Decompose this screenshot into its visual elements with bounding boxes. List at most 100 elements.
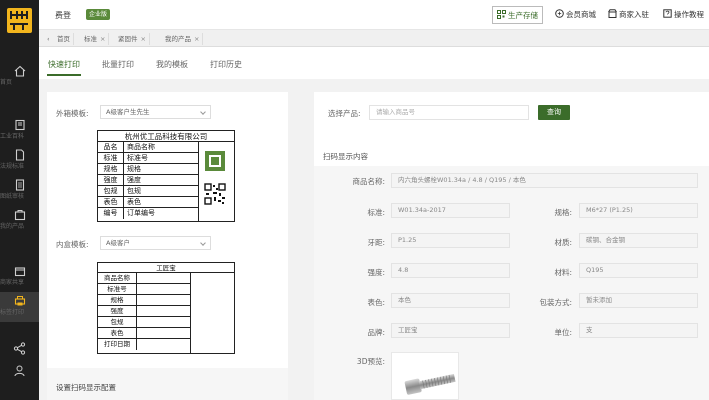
label-divider — [198, 142, 199, 222]
inner-template-select[interactable]: A级客户 — [100, 236, 211, 250]
label-row: 包规 包规 — [98, 186, 198, 197]
tab-print-history[interactable]: 打印历史 — [210, 59, 242, 70]
field-label: 标准: — [367, 208, 385, 217]
sidebar-item-home[interactable]: 首页 — [0, 62, 39, 92]
user-icon[interactable] — [13, 364, 26, 377]
surface-color-field: 本色 — [391, 293, 510, 308]
production-storage-label: 生产存储 — [508, 11, 538, 20]
sidebar-item-my-products[interactable]: 我的产品 — [0, 206, 39, 236]
label-row: 规格 — [98, 295, 190, 306]
sidebar-item-drawing-review[interactable]: 图纸审核 — [0, 176, 39, 206]
field-label: 品牌: — [367, 328, 385, 337]
product-name-label: 商品名称: — [352, 177, 385, 186]
label-row: 标准号 — [98, 284, 190, 295]
help-icon — [663, 9, 672, 18]
tab-label: 我的产品 — [165, 35, 191, 43]
label-row-key: 表色 — [98, 328, 137, 339]
book-icon — [14, 119, 25, 131]
label-row: 强度 — [98, 306, 190, 317]
member-mall-button[interactable]: 会员商城 — [555, 6, 596, 24]
field-label: 规格: — [554, 208, 572, 217]
label-row: 表色 表色 — [98, 197, 198, 208]
tutorial-label: 操作教程 — [674, 10, 704, 19]
template-panel: 外箱模板: A级客户生先生 杭州优工品科技有限公司 品名 商品名称 标准 标准号 规… — [47, 92, 288, 400]
file-icon — [15, 179, 24, 191]
tab-scroll-left[interactable]: ‹ — [44, 33, 53, 45]
close-icon[interactable]: × — [141, 35, 146, 43]
packaging-field: 暂未添加 — [579, 293, 698, 308]
tutorial-button[interactable]: 操作教程 — [663, 6, 704, 24]
material-type-field: 碳钢、合金钢 — [579, 233, 698, 248]
unit-field: 支 — [579, 323, 698, 338]
label-row-key: 规格 — [98, 295, 137, 306]
label-row-key: 标准 — [98, 153, 124, 164]
sidebar-item-encyclopedia[interactable]: 工业百科 — [0, 116, 39, 146]
tab-home[interactable]: 首页 — [54, 33, 74, 45]
tab-label: 首页 — [57, 35, 70, 43]
product-search-input[interactable]: 请输入商品号 — [369, 105, 529, 120]
tab-batch-print[interactable]: 批量打印 — [102, 59, 134, 70]
tab-quick-print[interactable]: 快速打印 — [48, 59, 80, 70]
tab-my-templates[interactable]: 我的模板 — [156, 59, 188, 70]
production-storage-button[interactable]: 生产存储 — [492, 6, 543, 24]
label-row-key: 标准号 — [98, 284, 137, 295]
share-store-icon — [14, 267, 25, 277]
close-icon[interactable]: × — [194, 35, 199, 43]
label-row: 打印日期 — [98, 339, 190, 350]
standard-field: W01.34a-2017 — [391, 203, 510, 218]
edition-badge: 企业版 — [86, 9, 111, 20]
inner-template-label: 内盒模板: — [56, 240, 89, 249]
label-row: 规格 规格 — [98, 164, 198, 175]
tab-my-products[interactable]: 我的产品 × — [162, 33, 204, 45]
label-row-key: 强度 — [98, 175, 124, 186]
sidebar-item-label-print[interactable]: 标签打印 — [0, 292, 39, 322]
product-name-field: 内六角头螺栓W01.34a / 4.8 / Q195 / 本色 — [391, 173, 698, 188]
label-row-key: 包规 — [98, 317, 137, 328]
tab-label: 标准 — [84, 35, 97, 43]
merchant-join-button[interactable]: 商家入驻 — [608, 6, 649, 24]
label-row-key: 规格 — [98, 164, 124, 175]
inner-label-preview: 工匠宝 商品名称 标准号 规格 强度 包规 表色 打印日期 — [97, 262, 235, 354]
label-divider — [190, 273, 191, 354]
brand-logo-mark — [205, 151, 225, 171]
inner-template-value: A级客户 — [106, 239, 130, 247]
scan-config-title: 设置扫码显示配置 — [56, 383, 116, 392]
chevron-down-icon — [200, 109, 206, 115]
scan-config-section: 设置扫码显示配置 — [47, 368, 288, 400]
sidebar-item-standards[interactable]: 法规标准 — [0, 146, 39, 176]
outer-template-select[interactable]: A级客户生先生 — [100, 105, 211, 119]
field-label: 材料: — [554, 268, 572, 277]
label-row: 强度 强度 — [98, 175, 198, 186]
field-label: 强度: — [367, 268, 385, 277]
label-row: 包规 — [98, 317, 190, 328]
bolt-model-icon — [404, 373, 456, 395]
close-icon[interactable]: × — [100, 35, 105, 43]
label-row: 品名 商品名称 — [98, 142, 198, 153]
label-row-key: 包规 — [98, 186, 124, 197]
material-field: Q195 — [579, 263, 698, 278]
print-subnav: 快速打印 批量打印 我的模板 打印历史 — [39, 47, 709, 79]
label-row-key: 品名 — [98, 142, 124, 153]
label-row: 商品名称 — [98, 273, 190, 284]
sidebar: 首页 工业百科 法规标准 图纸审核 我的产品 商家共享 标签打印 — [0, 0, 39, 400]
store-icon — [608, 9, 617, 18]
sidebar-item-merchant-share[interactable]: 商家共享 — [0, 262, 39, 292]
query-button[interactable]: 查询 — [538, 105, 570, 120]
tab-fasteners[interactable]: 紧固件 × — [115, 33, 150, 45]
tab-standards[interactable]: 标准 × — [81, 33, 110, 45]
3d-preview[interactable] — [391, 352, 459, 400]
field-label: 包装方式: — [539, 298, 572, 307]
top-bar: 费登 企业版 生产存储 会员商城 商家入驻 操作教程 — [39, 0, 709, 30]
label-row-key: 打印日期 — [98, 339, 137, 350]
inner-label-brand: 工匠宝 — [98, 263, 234, 273]
sidebar-item-label: 图纸审核 — [0, 193, 25, 200]
outer-label-preview: 杭州优工品科技有限公司 品名 商品名称 标准 标准号 规格 规格 强度 强度 包规 包规 … — [97, 130, 235, 222]
brand-name: 费登 — [55, 11, 71, 20]
sidebar-item-label: 商家共享 — [0, 279, 25, 286]
product-select-label: 选择产品: — [328, 109, 361, 118]
sidebar-item-label: 首页 — [0, 79, 13, 86]
app-logo[interactable] — [7, 8, 32, 33]
label-row-value: 标准号 — [127, 154, 148, 162]
label-row-key: 表色 — [98, 197, 124, 208]
share-icon[interactable] — [13, 342, 26, 355]
